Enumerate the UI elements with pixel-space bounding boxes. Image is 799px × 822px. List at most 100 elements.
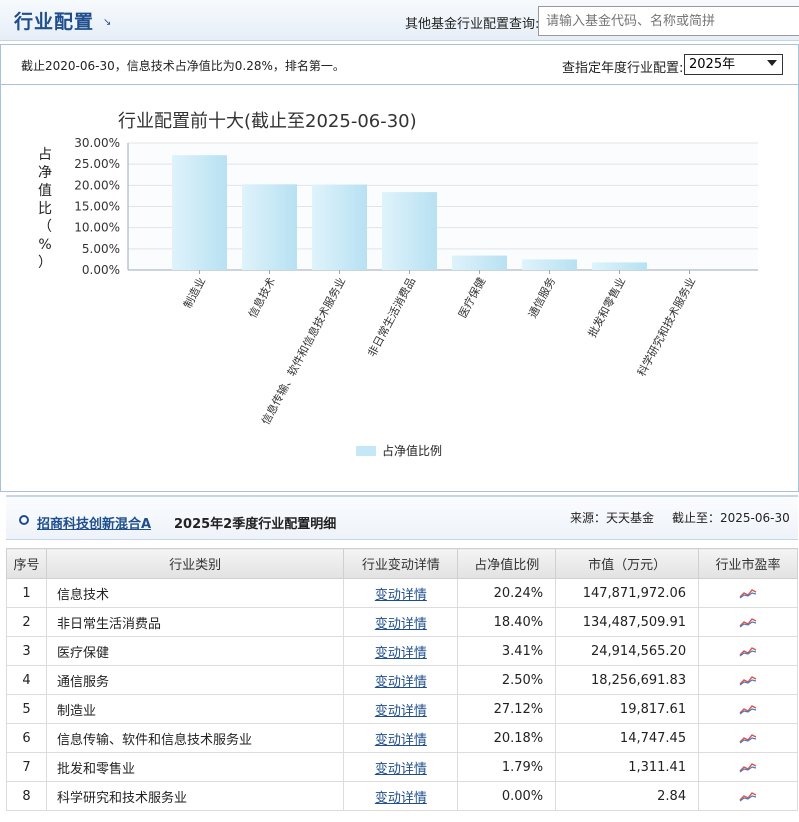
table-row: 6 信息传输、软件和信息技术服务业 变动详情 20.18% 14,747.45 <box>6 723 798 753</box>
row-industry: 制造业 <box>45 694 345 724</box>
query-label: 其他基金行业配置查询: <box>405 17 540 32</box>
row-change-cell: 变动详情 <box>343 752 459 782</box>
x-tick-label: 制造业 <box>180 275 208 311</box>
change-detail-link[interactable]: 变动详情 <box>375 675 427 690</box>
fund-search-input[interactable] <box>538 6 799 36</box>
row-ratio: 2.50% <box>457 665 557 695</box>
row-market-value: 1,311.41 <box>555 752 700 782</box>
row-change-cell: 变动详情 <box>343 723 459 753</box>
row-ratio: 20.24% <box>457 578 557 608</box>
row-change-cell: 变动详情 <box>343 694 459 724</box>
row-pe-cell[interactable] <box>698 752 798 782</box>
x-tick-label: 信息传输、软件和信息技术服务业 <box>258 275 348 427</box>
row-pe-cell[interactable] <box>698 607 798 637</box>
y-tick-label: 10.00% <box>74 221 120 235</box>
row-industry: 信息技术 <box>45 578 345 608</box>
row-change-cell: 变动详情 <box>343 607 459 637</box>
table-row: 3 医疗保健 变动详情 3.41% 24,914,565.20 <box>6 636 798 666</box>
arrow-icon[interactable]: ↘ <box>103 17 111 28</box>
row-pe-cell[interactable] <box>698 636 798 666</box>
x-tick-label: 医疗保健 <box>455 275 488 320</box>
bar <box>592 262 647 270</box>
x-tick-label: 非日常生活消费品 <box>364 275 418 359</box>
x-tick-label: 信息技术 <box>245 275 278 320</box>
row-pe-cell[interactable] <box>698 694 798 724</box>
y-axis-label-char: 净 <box>38 165 52 181</box>
change-detail-link[interactable]: 变动详情 <box>375 762 427 777</box>
row-pe-cell[interactable] <box>698 723 798 753</box>
col-header-change: 行业变动详情 <box>343 548 459 579</box>
change-detail-link[interactable]: 变动详情 <box>375 588 427 603</box>
trend-chart-icon <box>739 589 757 599</box>
row-no: 7 <box>6 752 47 782</box>
detail-panel: 招商科技创新混合A 2025年2季度行业配置明细 来源：天天基金 截止至：202… <box>6 495 798 822</box>
row-pe-cell[interactable] <box>698 665 798 695</box>
page-title: 行业配置 <box>14 11 95 33</box>
row-no: 1 <box>6 578 47 608</box>
bar <box>172 155 227 270</box>
bar <box>312 184 367 270</box>
legend-swatch <box>356 446 376 456</box>
row-pe-cell[interactable] <box>698 578 798 608</box>
row-no: 8 <box>6 781 47 811</box>
trend-chart-icon <box>739 676 757 686</box>
row-change-cell: 变动详情 <box>343 665 459 695</box>
row-industry: 批发和零售业 <box>45 752 345 782</box>
row-market-value: 18,256,691.83 <box>555 665 700 695</box>
row-market-value: 2.84 <box>555 781 700 811</box>
table-row: 5 制造业 变动详情 27.12% 19,817.61 <box>6 694 798 724</box>
row-ratio: 20.18% <box>457 723 557 753</box>
y-tick-label: 15.00% <box>74 200 120 214</box>
table-row: 4 通信服务 变动详情 2.50% 18,256,691.83 <box>6 665 798 695</box>
bar <box>382 192 437 270</box>
detail-header: 招商科技创新混合A 2025年2季度行业配置明细 来源：天天基金 截止至：202… <box>6 495 798 540</box>
y-tick-label: 25.00% <box>74 157 120 171</box>
trend-chart-icon <box>739 763 757 773</box>
bar <box>522 259 577 270</box>
row-change-cell: 变动详情 <box>343 781 459 811</box>
row-no: 3 <box>6 636 47 666</box>
change-detail-link[interactable]: 变动详情 <box>375 791 427 806</box>
row-industry: 科学研究和技术服务业 <box>45 781 345 811</box>
row-industry: 通信服务 <box>45 665 345 695</box>
trend-chart-icon <box>739 792 757 802</box>
row-ratio: 3.41% <box>457 636 557 666</box>
data-source: 来源：天天基金 <box>570 511 655 525</box>
row-change-cell: 变动详情 <box>343 636 459 666</box>
row-change-cell: 变动详情 <box>343 578 459 608</box>
table-row: 7 批发和零售业 变动详情 1.79% 1,311.41 <box>6 752 798 782</box>
row-industry: 非日常生活消费品 <box>45 607 345 637</box>
row-no: 5 <box>6 694 47 724</box>
y-tick-label: 30.00% <box>74 136 120 150</box>
y-axis-label-char: 比 <box>38 201 52 217</box>
row-no: 2 <box>6 607 47 637</box>
circle-icon <box>19 515 29 525</box>
as-of-date: 截止至：2025-06-30 <box>672 511 790 525</box>
col-header-no: 序号 <box>6 548 47 579</box>
change-detail-link[interactable]: 变动详情 <box>375 704 427 719</box>
col-header-pe: 行业市盈率 <box>698 548 798 579</box>
row-industry: 信息传输、软件和信息技术服务业 <box>45 723 345 753</box>
table-row: 8 科学研究和技术服务业 变动详情 0.00% 2.84 <box>6 781 798 811</box>
row-market-value: 19,817.61 <box>555 694 700 724</box>
change-detail-link[interactable]: 变动详情 <box>375 646 427 661</box>
row-pe-cell[interactable] <box>698 781 798 811</box>
row-industry: 医疗保健 <box>45 636 345 666</box>
x-tick-label: 批发和零售业 <box>585 275 628 340</box>
fund-name-link[interactable]: 招商科技创新混合A <box>37 513 151 532</box>
y-axis-label-char: （ <box>38 219 52 235</box>
row-ratio: 18.40% <box>457 607 557 637</box>
row-no: 4 <box>6 665 47 695</box>
change-detail-link[interactable]: 变动详情 <box>375 733 427 748</box>
row-ratio: 0.00% <box>457 781 557 811</box>
bar <box>242 184 297 270</box>
legend-label: 占净值比例 <box>382 443 442 458</box>
row-market-value: 147,871,972.06 <box>555 578 700 608</box>
change-detail-link[interactable]: 变动详情 <box>375 617 427 632</box>
y-axis-label-char: % <box>38 237 51 253</box>
row-market-value: 134,487,509.91 <box>555 607 700 637</box>
y-axis-label-char: ） <box>38 255 52 271</box>
x-tick-label: 通信服务 <box>526 275 558 320</box>
trend-chart-icon <box>739 647 757 657</box>
row-market-value: 24,914,565.20 <box>555 636 700 666</box>
